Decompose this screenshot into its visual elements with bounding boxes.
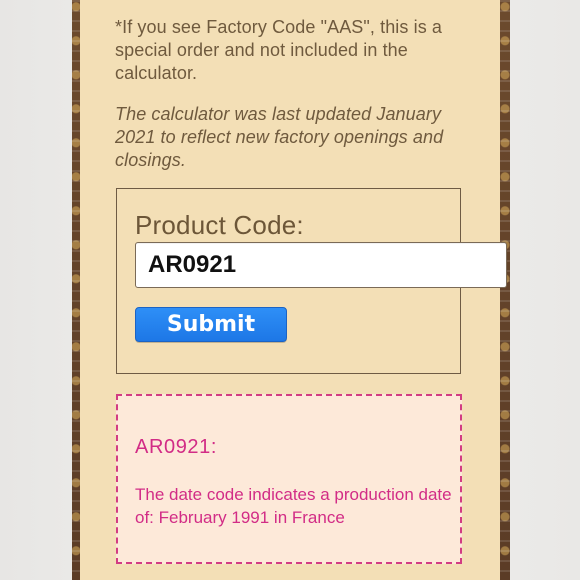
- right-pattern-border: [500, 0, 510, 580]
- update-note: The calculator was last updated January …: [115, 104, 444, 170]
- special-order-note: *If you see Factory Code "AAS", this is …: [115, 17, 443, 83]
- product-code-label: Product Code:: [135, 210, 304, 240]
- result-title: AR0921:: [135, 436, 218, 458]
- submit-button[interactable]: Submit: [135, 307, 287, 342]
- product-code-input[interactable]: AR0921: [135, 242, 507, 288]
- left-pattern-border: [72, 0, 80, 580]
- result-box: [116, 394, 462, 564]
- result-message: The date code indicates a production dat…: [135, 485, 452, 527]
- page: *If you see Factory Code "AAS", this is …: [0, 0, 580, 580]
